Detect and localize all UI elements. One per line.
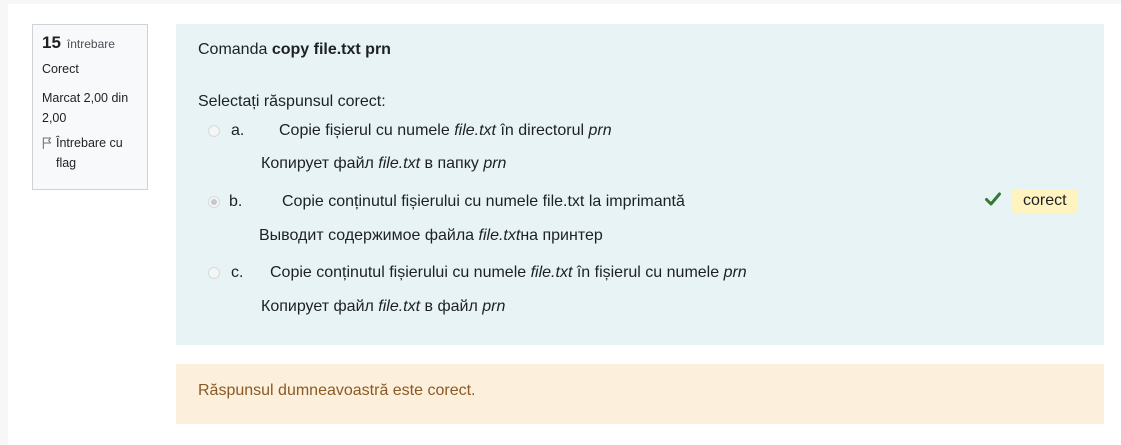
question-number-label: întrebare <box>66 37 115 51</box>
answer-c-ru-file: file.txt <box>378 298 421 315</box>
feedback-text: Răspunsul dumneavoastră este corect. <box>198 382 476 399</box>
answer-c-ro-part: Copie conținutul fișierului cu numele <box>270 264 531 281</box>
left-gutter <box>0 0 8 445</box>
answer-a-ru-part: в папку <box>420 155 484 172</box>
flag-question-link[interactable]: Întrebare cu flag <box>42 133 138 173</box>
answer-b-text-ro: Copie conținutul fișierului cu numele fi… <box>282 193 685 211</box>
top-divider <box>0 0 1121 4</box>
answer-b-ru-part: на принтер <box>520 227 603 244</box>
question-text-prefix: Comanda <box>198 41 272 58</box>
answer-c-radio[interactable] <box>208 267 220 279</box>
answer-a-ro-target: prn <box>588 122 612 139</box>
answer-a-ro-file: file.txt <box>454 122 496 139</box>
question-grade: Marcat 2,00 din 2,00 <box>42 91 129 125</box>
answer-a-ru-file: file.txt <box>378 155 421 172</box>
answer-c-text-ro: Copie conținutul fișierului cu numele fi… <box>270 264 747 282</box>
answer-b-letter: b. <box>229 193 243 210</box>
answer-a-radio[interactable] <box>208 125 220 137</box>
answer-c-ro-target: prn <box>723 264 747 281</box>
question-state: Corect <box>42 62 79 76</box>
answer-b-ru-file: file.txt <box>478 227 521 244</box>
answer-c-ro-part: în fișierul cu numele <box>572 264 724 281</box>
answer-c-ro-file: file.txt <box>530 264 573 281</box>
answer-c-ru-part: в файл <box>420 298 483 315</box>
answer-b-ru-part: Выводит содержимое файла <box>259 227 479 244</box>
question-command: copy file.txt prn <box>271 41 391 58</box>
answer-c-text-ru: Копирует файл file.txt в файл prn <box>261 298 505 316</box>
question-number: 15 întrebare <box>42 33 138 53</box>
question-text: Comanda copy file.txt prn <box>198 41 391 59</box>
check-icon <box>985 192 1001 206</box>
answer-c-ru-target: prn <box>482 298 506 315</box>
question-content: Comanda copy file.txt prn Selectați răsp… <box>176 24 1104 345</box>
feedback-panel: Răspunsul dumneavoastră este corect. <box>176 364 1104 424</box>
answer-c-ru-part: Копирует файл <box>261 298 379 315</box>
correct-badge: corect <box>1012 189 1078 213</box>
answer-c-letter: c. <box>231 264 244 281</box>
answer-b-ro-part: Copie conținutul fișierului cu numele fi… <box>282 193 685 210</box>
answer-a-ro-part: în directorul <box>496 122 589 139</box>
answer-a-text-ru: Копирует файл file.txt в папку prn <box>261 155 506 173</box>
answer-b-radio[interactable] <box>208 196 220 208</box>
answer-a-ru-target: prn <box>483 155 507 172</box>
answer-a-ro-part: Copie fișierul cu numele <box>279 122 455 139</box>
answer-a-letter: a. <box>231 122 245 139</box>
flag-icon <box>42 137 52 149</box>
answer-a-ru-part: Копирует файл <box>261 155 379 172</box>
flag-label: Întrebare cu flag <box>55 136 123 170</box>
answer-a-text-ro: Copie fișierul cu numele file.txt în dir… <box>279 122 612 140</box>
question-info-panel: 15 întrebare Corect Marcat 2,00 din 2,00… <box>32 24 148 190</box>
answer-prompt: Selectați răspunsul corect: <box>198 93 386 110</box>
question-number-value: 15 <box>42 33 61 52</box>
answer-b-text-ru: Выводит содержимое файла file.txtна прин… <box>259 227 603 245</box>
